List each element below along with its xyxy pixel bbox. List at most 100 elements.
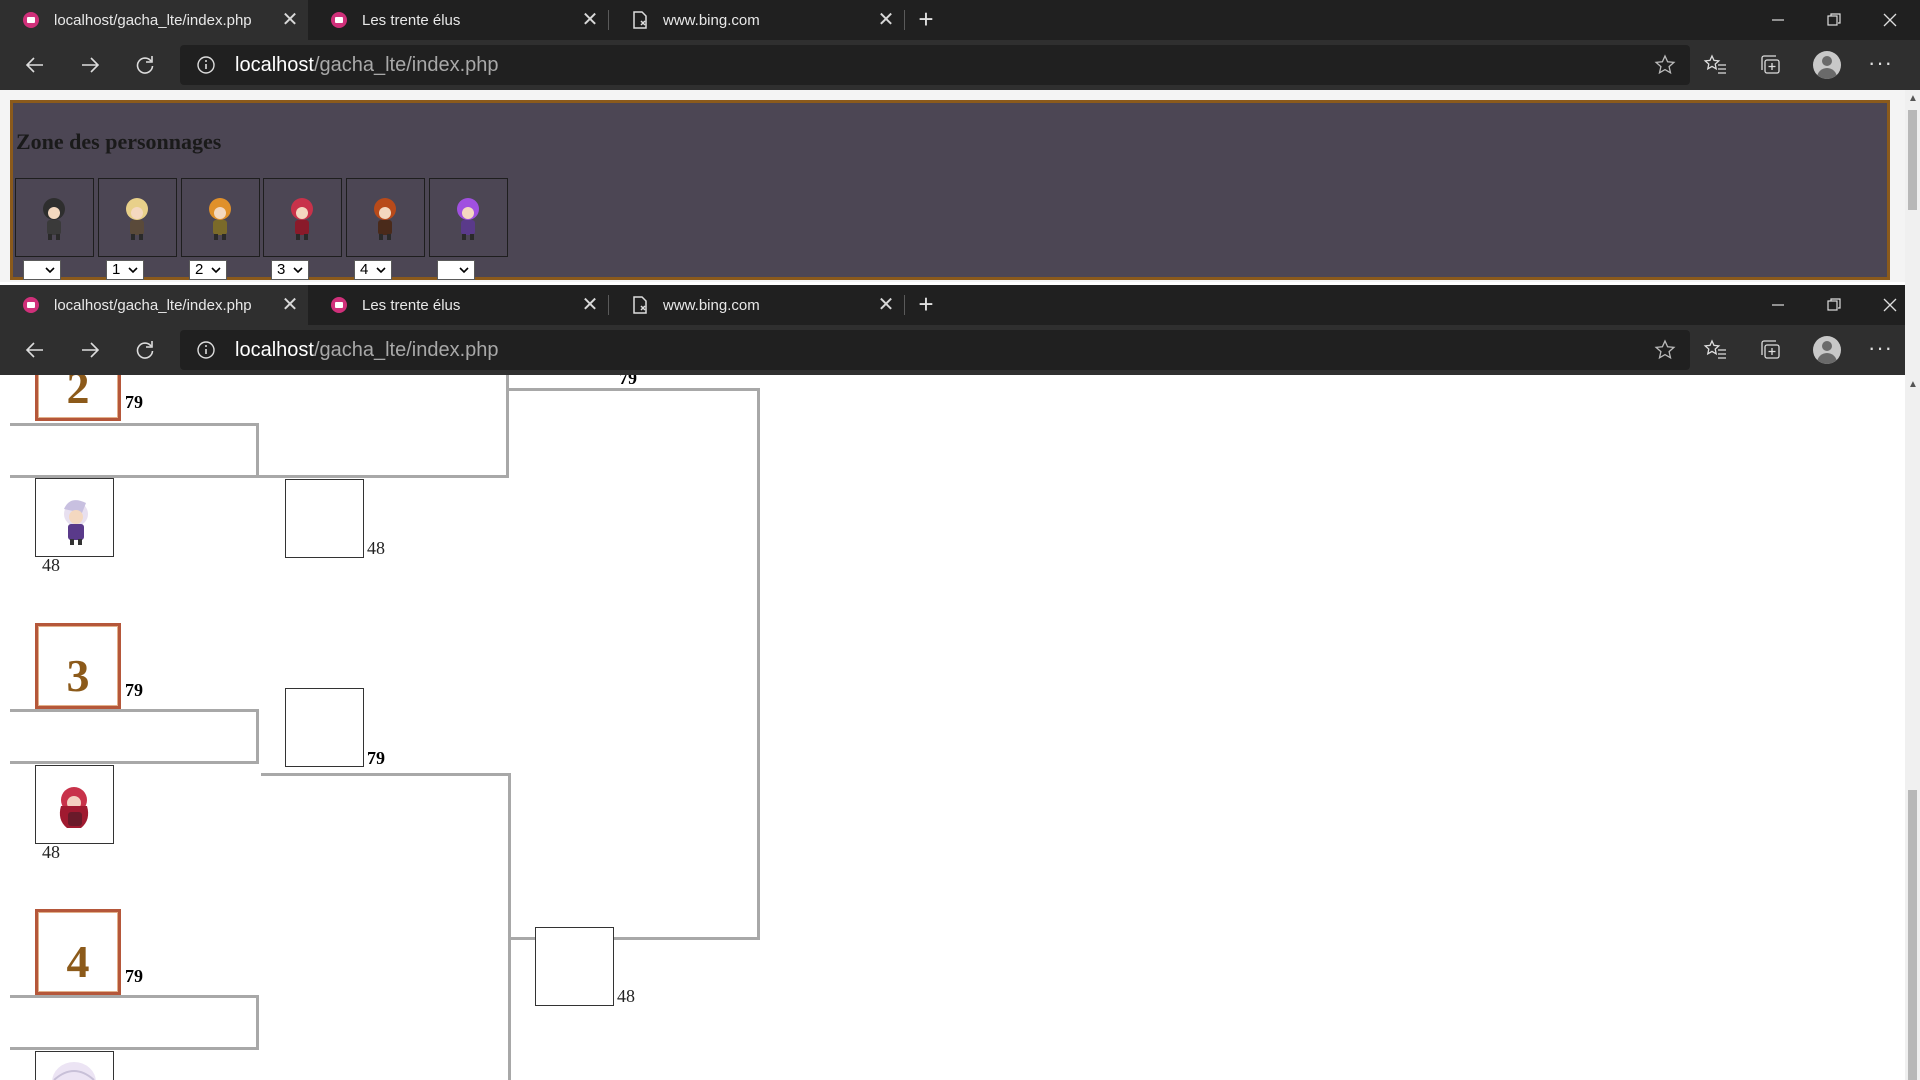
character-card[interactable] xyxy=(15,178,94,257)
character-blonde-icon xyxy=(126,198,148,240)
minimize-button[interactable] xyxy=(1750,285,1806,325)
favorites-icon[interactable] xyxy=(1700,335,1730,365)
restore-button[interactable] xyxy=(1806,0,1862,40)
character-card[interactable] xyxy=(263,178,342,257)
more-menu-button[interactable]: ··· xyxy=(1868,50,1893,76)
chevron-down-icon xyxy=(44,263,56,281)
bracket-line xyxy=(261,773,511,1080)
character-purple-haired-icon xyxy=(457,198,479,240)
tab-les-trente-elus[interactable]: Les trente élus ✕ xyxy=(308,285,608,325)
profile-avatar[interactable] xyxy=(1813,336,1841,364)
more-menu-button[interactable]: ··· xyxy=(1868,335,1893,361)
tab-strip: localhost/gacha_lte/index.php ✕ Les tren… xyxy=(0,0,1920,40)
url-host: localhost xyxy=(235,339,314,361)
character-white-haired-icon xyxy=(52,1062,96,1080)
tab-title: localhost/gacha_lte/index.php xyxy=(54,296,252,314)
character-card[interactable] xyxy=(429,178,508,257)
info-icon[interactable] xyxy=(196,55,216,75)
tournament-bracket: 2 79 48 3 79 48 4 79 48 79 79 48 xyxy=(0,375,1905,1080)
character-slot[interactable] xyxy=(35,1051,114,1080)
bracket-slot[interactable] xyxy=(535,927,614,1006)
character-auburn-haired-icon xyxy=(374,198,396,240)
slot-score: 48 xyxy=(367,538,385,558)
close-icon[interactable]: ✕ xyxy=(874,8,898,32)
bracket-line xyxy=(10,709,259,764)
bracket-slot[interactable] xyxy=(285,688,364,767)
scrollbar-thumb[interactable] xyxy=(1908,790,1917,1080)
position-select[interactable] xyxy=(23,260,61,280)
character-dark-haired-icon xyxy=(43,198,65,240)
refresh-button[interactable] xyxy=(125,45,165,85)
close-icon[interactable]: ✕ xyxy=(578,8,602,32)
profile-avatar[interactable] xyxy=(1813,51,1841,79)
select-value: 1 xyxy=(112,261,121,278)
seed-score: 79 xyxy=(125,392,143,412)
character-silver-haired-icon xyxy=(64,500,88,545)
star-icon[interactable] xyxy=(1654,54,1676,76)
bracket-line xyxy=(10,423,259,478)
character-slot[interactable] xyxy=(35,478,114,557)
chevron-down-icon xyxy=(127,263,139,281)
refresh-button[interactable] xyxy=(125,330,165,370)
page-icon xyxy=(631,11,649,29)
collections-icon[interactable] xyxy=(1756,335,1786,365)
forward-button[interactable] xyxy=(70,330,110,370)
app-favicon-icon xyxy=(22,11,40,29)
close-window-button[interactable] xyxy=(1862,0,1918,40)
tab-les-trente-elus[interactable]: Les trente élus ✕ xyxy=(308,0,608,40)
restore-button[interactable] xyxy=(1806,285,1862,325)
tab-bing[interactable]: www.bing.com ✕ xyxy=(609,285,904,325)
position-select[interactable]: 2 xyxy=(189,260,227,280)
minimize-button[interactable] xyxy=(1750,0,1806,40)
info-icon[interactable] xyxy=(196,340,216,360)
slot-score: 48 xyxy=(617,986,635,1006)
tab-localhost[interactable]: localhost/gacha_lte/index.php ✕ xyxy=(0,0,308,40)
select-value: 2 xyxy=(195,261,204,278)
app-favicon-icon xyxy=(330,296,348,314)
address-bar[interactable]: localhost/gacha_lte/index.php xyxy=(180,330,1690,370)
select-value: 4 xyxy=(360,261,369,278)
collections-icon[interactable] xyxy=(1756,50,1786,80)
close-icon[interactable]: ✕ xyxy=(874,293,898,317)
zone-title: Zone des personnages xyxy=(16,129,222,154)
tab-title: Les trente élus xyxy=(362,11,461,29)
star-icon[interactable] xyxy=(1654,339,1676,361)
url-path: /gacha_lte/index.php xyxy=(313,339,499,361)
seed-badge: 2 xyxy=(35,375,121,421)
toolbar: localhost/gacha_lte/index.php ··· xyxy=(0,325,1920,375)
position-select[interactable]: 1 xyxy=(106,260,144,280)
scroll-up-icon[interactable]: ▲ xyxy=(1908,380,1918,390)
position-select[interactable] xyxy=(437,260,475,280)
close-icon[interactable]: ✕ xyxy=(278,293,302,317)
new-tab-button[interactable]: + xyxy=(910,289,942,321)
position-select[interactable]: 4 xyxy=(354,260,392,280)
character-card[interactable] xyxy=(346,178,425,257)
close-icon[interactable]: ✕ xyxy=(578,293,602,317)
chevron-down-icon xyxy=(210,263,222,281)
forward-button[interactable] xyxy=(70,45,110,85)
scroll-up-icon[interactable]: ▲ xyxy=(1908,94,1918,104)
chevron-down-icon xyxy=(292,263,304,281)
character-orange-haired-icon xyxy=(209,198,231,240)
scrollbar-thumb[interactable] xyxy=(1908,110,1917,210)
tab-bing[interactable]: www.bing.com ✕ xyxy=(609,0,904,40)
bracket-slot[interactable] xyxy=(285,479,364,558)
bracket-line xyxy=(10,995,259,1050)
address-bar[interactable]: localhost/gacha_lte/index.php xyxy=(180,45,1690,85)
toolbar: localhost/gacha_lte/index.php ··· xyxy=(0,40,1920,90)
position-select[interactable]: 3 xyxy=(271,260,309,280)
vertical-scrollbar[interactable]: ▲ ▲ xyxy=(1905,90,1920,1080)
character-card[interactable] xyxy=(98,178,177,257)
favorites-icon[interactable] xyxy=(1700,50,1730,80)
character-slot[interactable] xyxy=(35,765,114,844)
back-button[interactable] xyxy=(15,45,55,85)
close-icon[interactable]: ✕ xyxy=(278,8,302,32)
tab-localhost[interactable]: localhost/gacha_lte/index.php ✕ xyxy=(0,285,308,325)
back-button[interactable] xyxy=(15,330,55,370)
app-favicon-icon xyxy=(330,11,348,29)
character-card[interactable] xyxy=(181,178,260,257)
new-tab-button[interactable]: + xyxy=(910,4,942,36)
seed-badge: 3 xyxy=(35,623,121,709)
chevron-down-icon xyxy=(375,263,387,281)
seed-badge: 4 xyxy=(35,909,121,995)
